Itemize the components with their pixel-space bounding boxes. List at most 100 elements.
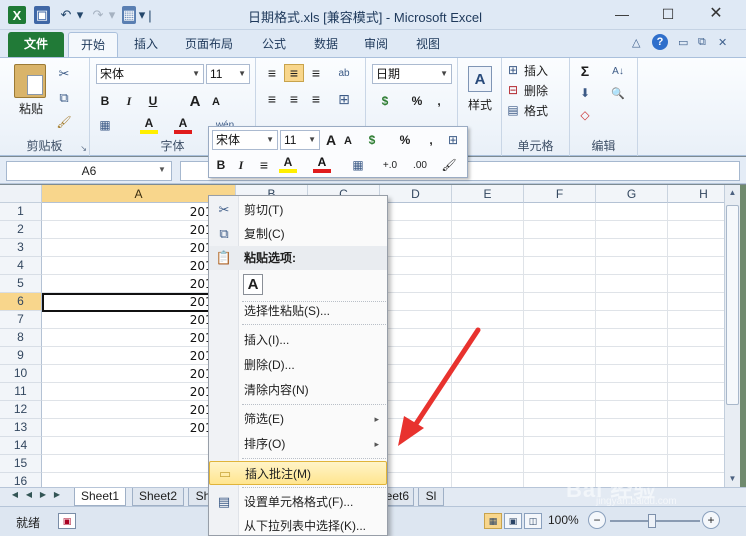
vertical-scrollbar[interactable]: ▲ ▼	[724, 185, 740, 487]
mini-fill-color-icon[interactable]: A	[279, 155, 297, 173]
cell-a3[interactable]: 2016/2	[42, 239, 236, 257]
styles-button[interactable]: 样式	[460, 96, 500, 112]
font-color-icon[interactable]: A	[174, 116, 192, 134]
copy-icon[interactable]: ⧉	[56, 90, 72, 106]
row-header-11[interactable]: 11	[0, 383, 42, 401]
quick-access-customize-icon[interactable]: |	[146, 6, 154, 24]
menu-item-cut[interactable]: ✂ 剪切(T)	[209, 198, 387, 222]
menu-item-copy[interactable]: ⧉ 复制(C)	[209, 222, 387, 246]
row-header-6[interactable]: 6	[0, 293, 42, 311]
mini-merge-icon[interactable]: ⊞	[443, 130, 463, 150]
align-bottom-icon[interactable]: ≡	[306, 64, 326, 82]
sort-filter-icon[interactable]: A↓	[606, 62, 630, 80]
row-header-12[interactable]: 12	[0, 401, 42, 419]
paste-button[interactable]: 粘贴	[14, 100, 48, 116]
next-sheet-icon[interactable]: ▶	[38, 490, 48, 499]
grow-font-button[interactable]: A	[186, 92, 204, 110]
view-normal-button[interactable]: ▦	[484, 513, 502, 529]
align-left-icon[interactable]: ≡	[262, 90, 282, 108]
last-sheet-icon[interactable]: ▶	[52, 490, 62, 499]
mini-currency-icon[interactable]: $	[359, 130, 385, 150]
align-right-icon[interactable]: ≡	[306, 90, 326, 108]
row-header-10[interactable]: 10	[0, 365, 42, 383]
wrap-text-icon[interactable]: ab	[332, 64, 356, 82]
menu-item-filter[interactable]: 筛选(E) ▸	[209, 407, 387, 431]
view-page-layout-button[interactable]: ▣	[504, 513, 522, 529]
help-icon[interactable]: ?	[652, 34, 668, 50]
cell-a6[interactable]: 2016/2	[42, 293, 236, 311]
clipboard-launcher-icon[interactable]: ↘	[80, 144, 87, 153]
percent-icon[interactable]: %	[408, 92, 426, 110]
tab-view[interactable]: 视图	[408, 32, 448, 57]
zoom-slider-thumb[interactable]	[648, 514, 656, 528]
select-all-button[interactable]	[0, 185, 42, 203]
menu-item-pick-from-list[interactable]: 从下拉列表中选择(K)...	[209, 514, 387, 536]
format-painter-icon[interactable]: 🖌	[56, 114, 72, 130]
delete-cells-button[interactable]: 删除	[524, 82, 564, 98]
mini-italic-button[interactable]: I	[233, 155, 249, 175]
mini-format-painter-icon[interactable]: 🖌	[439, 155, 459, 175]
calculator-icon[interactable]: ▦	[122, 6, 136, 24]
fill-color-icon[interactable]: A	[140, 116, 158, 134]
column-header-e[interactable]: E	[452, 185, 524, 203]
column-header-g[interactable]: G	[596, 185, 668, 203]
sheet-tab-sheet2[interactable]: Sheet2	[132, 488, 184, 506]
tab-home[interactable]: 开始	[68, 32, 118, 57]
tab-insert[interactable]: 插入	[126, 32, 166, 57]
first-sheet-icon[interactable]: ◀	[10, 490, 20, 499]
underline-button[interactable]: U	[144, 92, 162, 110]
mini-font-color-icon[interactable]: A	[313, 155, 331, 173]
row-header-1[interactable]: 1	[0, 203, 42, 221]
column-header-h[interactable]: H	[668, 185, 724, 203]
tab-page-layout[interactable]: 页面布局	[176, 32, 242, 57]
mini-shrink-font-button[interactable]: A	[341, 132, 355, 150]
paste-icon[interactable]	[14, 64, 46, 98]
zoom-in-button[interactable]: +	[702, 511, 720, 529]
row-header-15[interactable]: 15	[0, 455, 42, 473]
row-header-3[interactable]: 3	[0, 239, 42, 257]
border-icon[interactable]: ▦	[96, 116, 114, 134]
cell-a9[interactable]: 2016/2	[42, 347, 236, 365]
mini-size-combo[interactable]: 11 ▼	[280, 130, 320, 150]
cell-a10[interactable]: 2016/2	[42, 365, 236, 383]
scroll-up-icon[interactable]: ▲	[725, 185, 740, 201]
font-name-combo[interactable]: 宋体 ▼	[96, 64, 204, 84]
cell-a12[interactable]: 2016/2	[42, 401, 236, 419]
find-select-icon[interactable]: 🔍	[606, 84, 630, 102]
paste-keep-text-icon[interactable]: A	[243, 274, 263, 295]
menu-item-delete[interactable]: 删除(D)...	[209, 353, 387, 377]
undo-icon[interactable]: ↶	[58, 6, 74, 24]
mini-grow-font-button[interactable]: A	[323, 130, 339, 150]
mini-align-center-icon[interactable]: ≡	[255, 155, 273, 175]
row-header-14[interactable]: 14	[0, 437, 42, 455]
close-button[interactable]: ✕	[702, 4, 730, 24]
styles-icon[interactable]: A	[468, 66, 492, 92]
insert-cells-button[interactable]: 插入	[524, 62, 564, 78]
tab-review[interactable]: 审阅	[356, 32, 396, 57]
shrink-font-button[interactable]: A	[208, 94, 224, 110]
column-header-a[interactable]: A	[42, 185, 236, 203]
row-header-8[interactable]: 8	[0, 329, 42, 347]
row-header-4[interactable]: 4	[0, 257, 42, 275]
tab-formulas[interactable]: 公式	[254, 32, 294, 57]
currency-icon[interactable]: $	[374, 92, 396, 110]
comma-icon[interactable]: ,	[430, 92, 448, 110]
menu-item-sort[interactable]: 排序(O) ▸	[209, 432, 387, 456]
row-header-13[interactable]: 13	[0, 419, 42, 437]
clear-icon[interactable]: ◇	[576, 106, 594, 124]
cell-a1[interactable]: 2016/2	[42, 203, 236, 221]
cell-a2[interactable]: 2016/2	[42, 221, 236, 239]
scroll-thumb[interactable]	[726, 205, 739, 405]
sheet-tab-sheet7[interactable]: Sl	[418, 488, 444, 506]
name-box[interactable]: A6	[6, 161, 172, 181]
column-header-d[interactable]: D	[380, 185, 452, 203]
column-header-f[interactable]: F	[524, 185, 596, 203]
row-header-9[interactable]: 9	[0, 347, 42, 365]
cell-a5[interactable]: 2016/2	[42, 275, 236, 293]
mini-bold-button[interactable]: B	[213, 155, 229, 175]
align-center-icon[interactable]: ≡	[284, 90, 304, 108]
scroll-down-icon[interactable]: ▼	[725, 471, 740, 487]
view-page-break-button[interactable]: ◫	[524, 513, 542, 529]
cell-a13[interactable]: 2016/2	[42, 419, 236, 437]
menu-item-clear-contents[interactable]: 清除内容(N)	[209, 378, 387, 402]
